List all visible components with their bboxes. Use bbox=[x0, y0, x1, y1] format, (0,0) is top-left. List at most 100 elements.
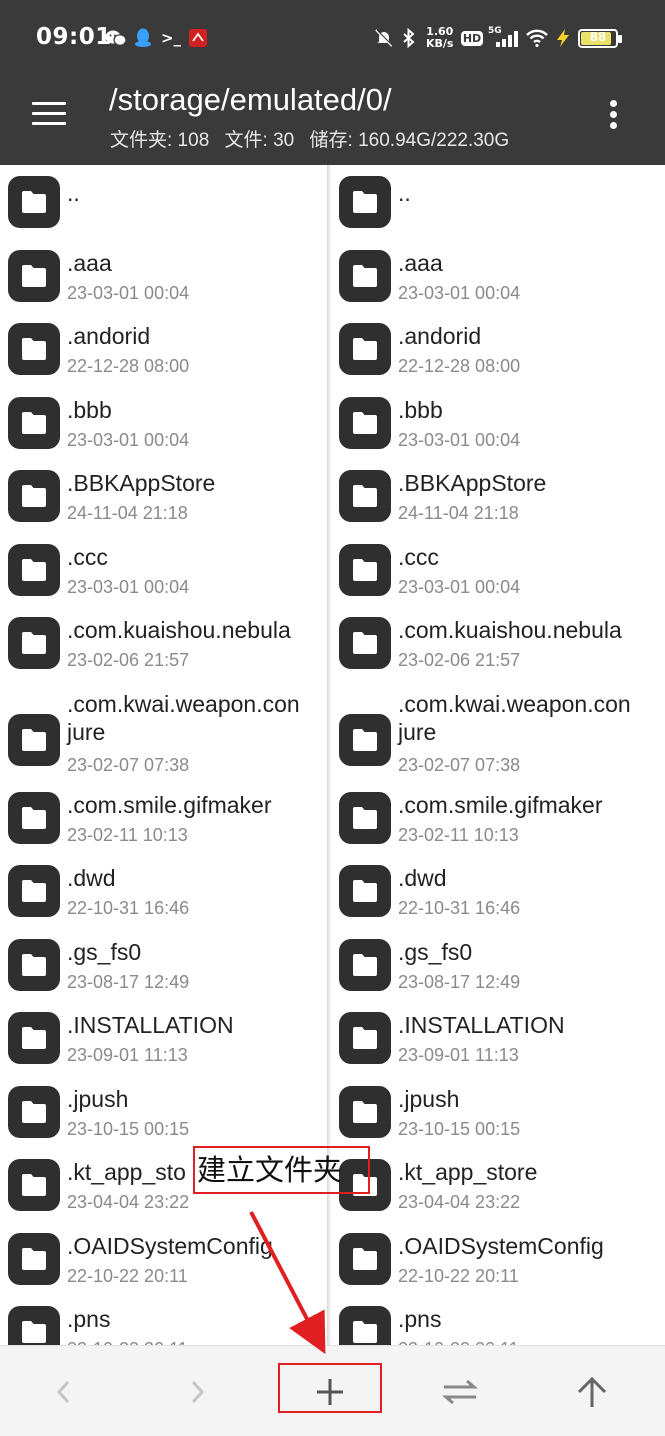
file-date: 23-03-01 00:04 bbox=[67, 576, 190, 597]
file-date: 22-12-28 08:00 bbox=[67, 356, 190, 376]
swap-panes-button[interactable] bbox=[410, 1346, 510, 1436]
folder-icon bbox=[8, 1159, 60, 1211]
file-date: 22-10-22 20:11 bbox=[398, 1265, 519, 1286]
file-date: 23-10-15 00:15 bbox=[67, 1118, 190, 1139]
file-date: 23-02-07 07:38 bbox=[67, 754, 190, 775]
file-list-item[interactable]: .dwd 22-10-31 16:46 bbox=[331, 862, 665, 936]
file-list-item[interactable]: .. bbox=[331, 173, 665, 247]
chevron-left-icon bbox=[56, 1380, 70, 1403]
menu-icon[interactable] bbox=[30, 98, 70, 128]
arrow-up-icon bbox=[577, 1376, 607, 1407]
file-list-item[interactable]: .jpush 23-10-15 00:15 bbox=[331, 1083, 665, 1157]
file-name: .kt_app_store bbox=[398, 1159, 538, 1185]
file-list-item[interactable]: .OAIDSystemConfig 22-10-22 20:11 bbox=[0, 1230, 328, 1304]
file-name: .jpush bbox=[67, 1085, 129, 1112]
file-date: 23-09-01 11:13 bbox=[398, 1045, 519, 1065]
file-name: .dwd bbox=[67, 865, 116, 891]
hd-badge-text: HD bbox=[460, 30, 484, 46]
file-list-item[interactable]: .com.kwai.weapon.con jure 23-02-07 07:38 bbox=[331, 688, 665, 789]
file-name: .OAIDSystemConfig bbox=[67, 1232, 273, 1259]
more-options-icon[interactable] bbox=[600, 98, 628, 132]
file-name: .dwd bbox=[398, 865, 447, 891]
right-file-pane: .. .aaa 23-03-01 00:04 .andorid 22-12-28 08:… bbox=[331, 165, 665, 1345]
file-list-item[interactable]: .andorid 22-12-28 08:00 bbox=[331, 320, 665, 394]
folder-icon bbox=[339, 543, 391, 596]
bluetooth-icon bbox=[398, 28, 420, 48]
file-list-item[interactable]: .bbb 23-03-01 00:04 bbox=[0, 394, 328, 468]
file-list-item[interactable]: .aaa 23-03-01 00:04 bbox=[0, 247, 328, 321]
file-list-item[interactable]: .com.smile.gifmaker 23-02-11 10:13 bbox=[0, 789, 328, 863]
file-list-item[interactable]: .ccc 23-03-01 00:04 bbox=[331, 541, 665, 615]
file-name: .pns bbox=[398, 1306, 442, 1332]
network-speed-unit: KB/s bbox=[426, 37, 454, 50]
file-list-item[interactable]: .com.kwai.weapon.con jure 23-02-07 07:38 bbox=[0, 688, 328, 789]
file-date: 24-11-04 21:18 bbox=[67, 503, 188, 523]
status-time: 09:01 bbox=[36, 24, 112, 50]
folder-icon bbox=[8, 396, 60, 449]
file-date: 22-10-22 20:11 bbox=[67, 1265, 188, 1286]
battery-cap bbox=[618, 35, 622, 43]
folder-icon bbox=[339, 249, 391, 302]
folder-icon bbox=[8, 617, 60, 669]
wechat-icon bbox=[104, 28, 128, 48]
folder-icon bbox=[339, 1085, 391, 1138]
file-date: 23-02-11 10:13 bbox=[398, 824, 519, 845]
file-date: 23-02-06 21:57 bbox=[398, 650, 521, 670]
file-name: .com.smile.gifmaker bbox=[67, 791, 272, 818]
folder-icon bbox=[339, 470, 391, 522]
file-name: .andorid bbox=[67, 323, 151, 349]
file-date: 23-04-04 23:22 bbox=[67, 1192, 190, 1212]
file-list-item[interactable]: .gs_fs0 23-08-17 12:49 bbox=[0, 936, 328, 1010]
file-name: .ccc bbox=[67, 543, 108, 570]
file-date: 23-04-04 23:22 bbox=[398, 1192, 521, 1212]
file-list-item[interactable]: .jpush 23-10-15 00:15 bbox=[0, 1083, 328, 1157]
file-list-item[interactable]: .INSTALLATION 23-09-01 11:13 bbox=[0, 1009, 328, 1083]
file-name: .INSTALLATION bbox=[67, 1012, 234, 1038]
folder-icon bbox=[339, 1232, 391, 1285]
forward-button[interactable] bbox=[147, 1346, 247, 1436]
file-name: .. bbox=[398, 180, 411, 206]
file-list-item[interactable]: .BBKAppStore 24-11-04 21:18 bbox=[331, 467, 665, 541]
file-list-item[interactable]: .pns22-10-22 20:11 bbox=[0, 1303, 328, 1345]
file-list-item[interactable]: .com.kuaishou.nebula 23-02-06 21:57 bbox=[0, 614, 328, 688]
parent-directory-button[interactable] bbox=[542, 1346, 642, 1436]
file-name: .kt_app_sto bbox=[67, 1159, 186, 1185]
folder-icon bbox=[339, 1306, 391, 1345]
file-list-item[interactable]: .pns22-10-22 20:11 bbox=[331, 1303, 665, 1345]
terminal-icon: >_ bbox=[160, 29, 182, 47]
hd-badge: HD bbox=[460, 28, 484, 48]
file-list-item[interactable]: .aaa 23-03-01 00:04 bbox=[331, 247, 665, 321]
battery-level: 88 bbox=[589, 30, 607, 44]
file-list-item[interactable]: .com.smile.gifmaker 23-02-11 10:13 bbox=[331, 789, 665, 863]
file-list-item[interactable]: .OAIDSystemConfig 22-10-22 20:11 bbox=[331, 1230, 665, 1304]
file-date: 23-02-11 10:13 bbox=[67, 824, 188, 845]
file-list-item[interactable]: .kt_app_store 23-04-04 23:22 bbox=[331, 1156, 665, 1230]
file-list-item[interactable]: .BBKAppStore 24-11-04 21:18 bbox=[0, 467, 328, 541]
file-name: .ccc bbox=[398, 543, 439, 570]
swap-arrows-icon bbox=[441, 1379, 479, 1404]
app-bar: /storage/emulated/0/ 文件夹: 108 文件: 30 储存:… bbox=[0, 78, 665, 165]
file-name: .com.kwai.weapon.con bbox=[398, 690, 631, 717]
file-date: 23-02-07 07:38 bbox=[398, 754, 521, 775]
folder-icon bbox=[339, 396, 391, 449]
file-date: 23-03-01 00:04 bbox=[67, 282, 190, 303]
file-list-item[interactable]: .. bbox=[0, 173, 328, 247]
file-count: 文件: 30 bbox=[224, 130, 295, 151]
folder-icon bbox=[8, 1306, 60, 1345]
chevron-right-icon bbox=[191, 1380, 205, 1403]
file-date: 23-03-01 00:04 bbox=[398, 282, 521, 303]
file-list-item[interactable]: .INSTALLATION 23-09-01 11:13 bbox=[331, 1009, 665, 1083]
file-list-item[interactable]: .dwd 22-10-31 16:46 bbox=[0, 862, 328, 936]
file-name: .INSTALLATION bbox=[398, 1012, 565, 1038]
folder-icon bbox=[8, 176, 60, 228]
folder-icon bbox=[339, 176, 391, 228]
file-list-item[interactable]: .bbb 23-03-01 00:04 bbox=[331, 394, 665, 468]
file-list-item[interactable]: .gs_fs0 23-08-17 12:49 bbox=[331, 936, 665, 1010]
back-button[interactable] bbox=[14, 1346, 114, 1436]
file-name: .com.kwai.weapon.con bbox=[67, 690, 300, 717]
file-list-item[interactable]: .andorid 22-12-28 08:00 bbox=[0, 320, 328, 394]
app-notification-icon bbox=[188, 28, 208, 48]
file-list-item[interactable]: .com.kuaishou.nebula 23-02-06 21:57 bbox=[331, 614, 665, 688]
file-list-item[interactable]: .ccc 23-03-01 00:04 bbox=[0, 541, 328, 615]
file-name: .OAIDSystemConfig bbox=[398, 1232, 604, 1259]
